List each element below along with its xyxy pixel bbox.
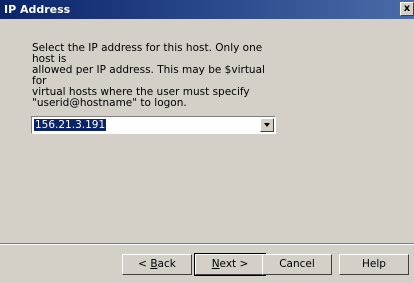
cancel-button[interactable]: Cancel [262, 254, 332, 275]
back-button[interactable]: < Back [122, 254, 192, 275]
close-icon[interactable]: x [400, 2, 414, 16]
title-bar: IP Address x [0, 0, 414, 19]
description-text: Select the IP address for this host. Onl… [32, 42, 265, 109]
ip-address-value: 156.21.3.191 [34, 119, 107, 131]
chevron-down-icon[interactable] [260, 118, 274, 132]
back-button-mnemonic: B [150, 258, 158, 270]
ip-address-select[interactable]: 156.21.3.191 [31, 116, 276, 134]
button-divider [0, 243, 414, 245]
back-button-label: ack [157, 258, 176, 270]
next-button-label: ext > [219, 258, 249, 270]
back-button-prefix: < [138, 258, 151, 270]
next-button[interactable]: Next > [194, 253, 266, 276]
next-button-mnemonic: N [211, 258, 220, 270]
dialog-window: IP Address x Select the IP address for t… [0, 0, 414, 283]
help-button[interactable]: Help [339, 254, 409, 275]
window-title: IP Address [4, 3, 71, 16]
